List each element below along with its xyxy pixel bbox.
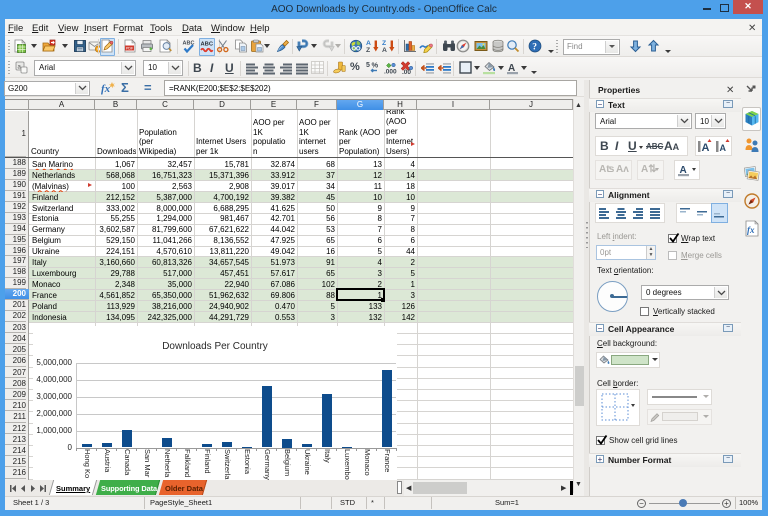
svg-text:?: ? xyxy=(532,43,537,53)
svg-text:A: A xyxy=(720,143,727,153)
svg-text:PDF: PDF xyxy=(126,47,134,51)
svg-text:A: A xyxy=(508,63,515,74)
svg-text:Z: Z xyxy=(366,47,370,53)
svg-text:A: A xyxy=(382,47,387,53)
svg-text:ABC: ABC xyxy=(201,42,214,48)
svg-text:A: A xyxy=(366,40,371,47)
svg-text:%: % xyxy=(372,61,379,70)
svg-text:.00: .00 xyxy=(402,69,411,75)
svg-text:fx: fx xyxy=(101,83,111,95)
svg-text:.000: .000 xyxy=(384,69,397,76)
svg-text:5: 5 xyxy=(366,62,370,69)
svg-text:fx: fx xyxy=(747,225,755,235)
svg-text:A: A xyxy=(702,142,710,154)
svg-text:Z: Z xyxy=(382,40,386,47)
svg-text:A: A xyxy=(680,165,687,176)
